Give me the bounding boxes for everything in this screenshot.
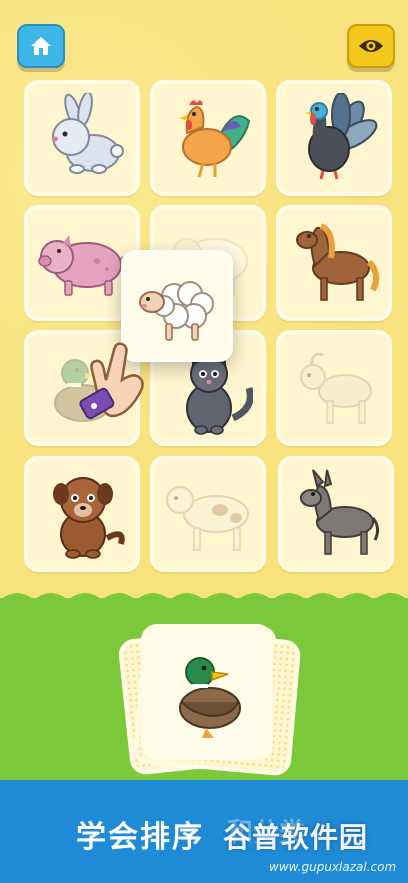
card-horse[interactable] xyxy=(276,205,392,321)
card-goat[interactable] xyxy=(276,330,392,446)
hand-pointer-icon xyxy=(79,342,144,420)
card-turkey[interactable] xyxy=(276,80,392,196)
dog-icon xyxy=(53,477,125,559)
watermark-name: 谷普软件园 xyxy=(223,821,369,854)
card-donkey[interactable] xyxy=(278,456,394,572)
goat-icon xyxy=(300,352,372,424)
deck-top-card-duck[interactable] xyxy=(141,624,273,760)
card-cow[interactable] xyxy=(150,456,266,572)
card-dog[interactable] xyxy=(24,456,140,572)
watermark-url: www.gupuxlazal.com xyxy=(269,860,397,874)
turkey-icon xyxy=(305,93,378,180)
home-button[interactable] xyxy=(17,24,65,68)
eye-icon xyxy=(359,40,383,52)
sheep-icon xyxy=(139,281,214,341)
reveal-button[interactable] xyxy=(347,24,395,68)
home-icon xyxy=(31,37,51,55)
horse-icon xyxy=(296,223,380,301)
rabbit-icon xyxy=(52,93,124,174)
cow-icon xyxy=(166,486,249,551)
card-rooster[interactable] xyxy=(150,80,266,196)
watermark: 和分类 谷普软件园 www.gupuxlazal.com xyxy=(223,816,403,878)
rooster-icon xyxy=(179,100,251,178)
banner-caption: 学会排序 xyxy=(76,820,204,855)
duck-icon xyxy=(179,657,241,738)
card-rabbit[interactable] xyxy=(24,80,140,196)
donkey-icon xyxy=(300,469,380,555)
pig-icon xyxy=(38,235,127,296)
